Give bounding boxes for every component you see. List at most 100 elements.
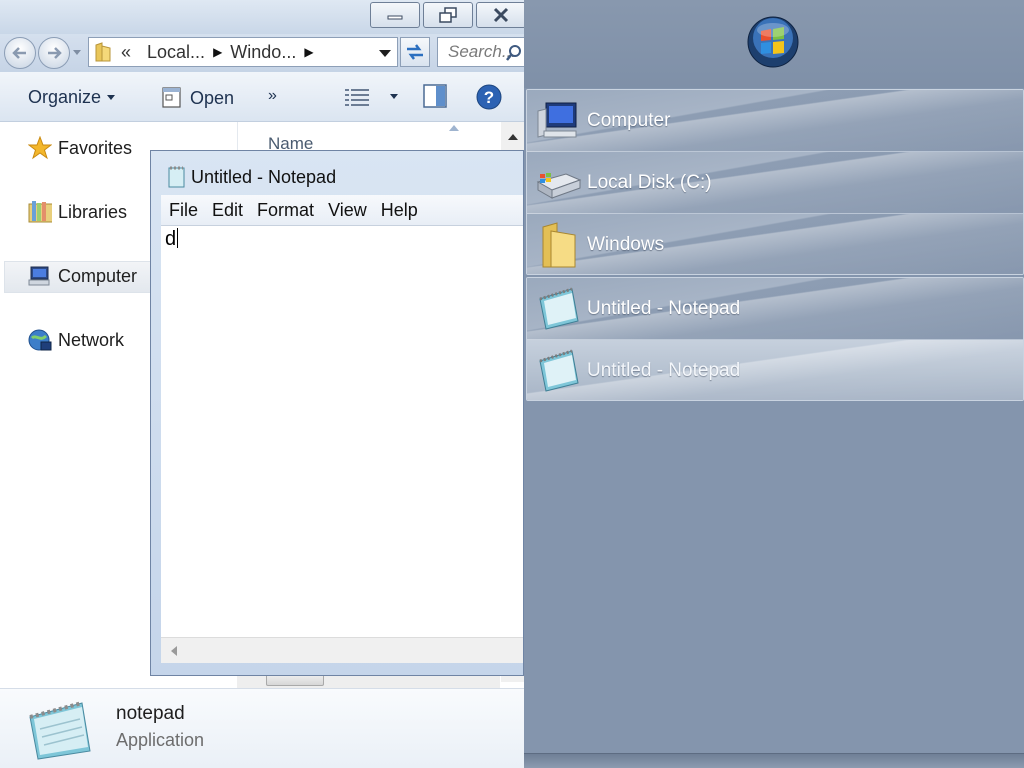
scroll-up-button[interactable] (501, 122, 524, 152)
switcher-label: Untitled - Notepad (587, 360, 741, 381)
drive-icon (535, 159, 583, 207)
nav-item-favorites[interactable]: Favorites (28, 136, 132, 160)
switcher-label: Computer (587, 109, 671, 131)
switcher-label: Untitled - Notepad (587, 297, 741, 319)
breadcrumb-windows[interactable]: Windo... (230, 42, 296, 63)
menu-edit[interactable]: Edit (212, 200, 243, 221)
more-commands-button[interactable]: » (268, 87, 277, 105)
address-bar[interactable]: « Local... ▶ Windo... ▶ (88, 37, 398, 67)
refresh-icon (407, 44, 423, 60)
switcher-item-windows-folder[interactable]: Windows (527, 214, 1023, 274)
switcher-item-computer[interactable]: Computer (527, 90, 1023, 152)
back-button[interactable] (4, 37, 36, 69)
address-dropdown-icon[interactable] (379, 49, 391, 57)
view-options-dropdown[interactable] (384, 94, 398, 99)
switcher-footer (524, 753, 1024, 768)
menu-help[interactable]: Help (381, 200, 418, 221)
help-icon: ? (476, 84, 502, 110)
task-switcher-panel: Computer Local Disk (C:) Windows Untitle… (524, 0, 1024, 768)
open-button[interactable]: Open (162, 87, 234, 109)
forward-arrow-icon (48, 47, 62, 59)
switcher-item-notepad-1[interactable]: Untitled - Notepad (527, 278, 1023, 340)
switcher-item-local-disk[interactable]: Local Disk (C:) (527, 152, 1023, 214)
address-overflow[interactable]: « (121, 42, 131, 63)
notepad-window[interactable]: Untitled - Notepad File Edit Format View… (150, 150, 524, 676)
switcher-label: Local Disk (C:) (587, 171, 712, 193)
breadcrumb-separator-icon[interactable]: ▶ (213, 45, 222, 59)
preview-pane-icon (423, 84, 447, 108)
address-row: « Local... ▶ Windo... ▶ Search... (0, 34, 524, 72)
windows-start-orb-icon[interactable] (747, 16, 799, 68)
notepad-menubar: File Edit Format View Help (161, 195, 523, 225)
chevron-down-icon (107, 95, 116, 100)
forward-button[interactable] (38, 37, 70, 69)
star-icon (28, 136, 52, 160)
folder-icon (535, 221, 583, 269)
notepad-titlebar: Untitled - Notepad (167, 165, 336, 189)
minimize-icon (387, 15, 403, 20)
switcher-header (524, 0, 1024, 88)
menu-file[interactable]: File (169, 200, 198, 221)
folder-icon (95, 42, 111, 62)
menu-view[interactable]: View (328, 200, 367, 221)
chevron-up-icon (508, 134, 518, 140)
svg-text:?: ? (484, 88, 494, 107)
preview-pane-button[interactable] (423, 84, 447, 108)
organize-label: Organize (28, 87, 102, 107)
breadcrumb-separator-icon[interactable]: ▶ (304, 45, 313, 59)
nav-label-favorites: Favorites (58, 137, 133, 158)
chevron-left-icon[interactable] (171, 646, 177, 656)
column-header-row: Name (238, 122, 501, 153)
search-input[interactable]: Search... (437, 37, 524, 67)
nav-label-network: Network (58, 329, 125, 350)
details-pane: notepad Application (0, 688, 524, 768)
libraries-icon (28, 200, 52, 224)
nav-label-computer: Computer (58, 265, 138, 286)
restore-icon (439, 7, 457, 23)
switcher-item-notepad-2[interactable]: Untitled - Notepad (527, 340, 1023, 400)
details-view-icon (345, 89, 369, 106)
menu-format[interactable]: Format (257, 200, 314, 221)
sort-ascending-icon (449, 125, 459, 131)
close-button[interactable] (476, 2, 524, 28)
chevron-down-icon (390, 94, 398, 99)
computer-icon (28, 264, 52, 288)
text-caret (177, 228, 179, 248)
nav-label-libraries: Libraries (58, 201, 128, 222)
window-controls (370, 2, 524, 30)
notepad-text-area[interactable]: d (161, 225, 523, 637)
selected-item-name: notepad (116, 703, 185, 724)
notepad-icon (535, 285, 583, 333)
explorer-titlebar (0, 0, 524, 34)
notepad-icon (168, 166, 185, 188)
more-commands-label: » (268, 87, 277, 104)
recent-pages-dropdown-icon[interactable] (73, 48, 81, 56)
switcher-label: Windows (587, 234, 665, 255)
notepad-content: d (165, 228, 177, 250)
selected-item-type: Application (116, 730, 205, 750)
notepad-title: Untitled - Notepad (191, 166, 337, 187)
search-icon[interactable] (506, 44, 522, 62)
minimize-button[interactable] (370, 2, 420, 28)
back-arrow-icon (12, 47, 26, 59)
switcher-group-windows: Untitled - Notepad Untitled - Notepad (526, 277, 1024, 401)
notepad-icon (535, 347, 583, 395)
restore-button[interactable] (423, 2, 473, 28)
nav-item-network[interactable]: Network (28, 328, 124, 352)
breadcrumb-local-disk[interactable]: Local... (147, 42, 205, 63)
command-bar: Organize Open » ? (0, 72, 524, 122)
nav-item-computer[interactable]: Computer (28, 264, 137, 288)
computer-icon (535, 97, 583, 145)
change-view-button[interactable] (345, 87, 371, 107)
open-icon (162, 87, 181, 108)
refresh-button[interactable] (400, 37, 430, 67)
organize-button[interactable]: Organize (28, 87, 116, 108)
help-button[interactable]: ? (476, 84, 502, 110)
open-label: Open (190, 87, 235, 108)
notepad-horizontal-scrollbar[interactable] (161, 637, 523, 663)
nav-item-libraries[interactable]: Libraries (28, 200, 127, 224)
switcher-group-locations: Computer Local Disk (C:) Windows (526, 89, 1024, 275)
notepad-icon (29, 701, 91, 760)
close-icon (493, 7, 509, 23)
network-icon (28, 328, 52, 352)
